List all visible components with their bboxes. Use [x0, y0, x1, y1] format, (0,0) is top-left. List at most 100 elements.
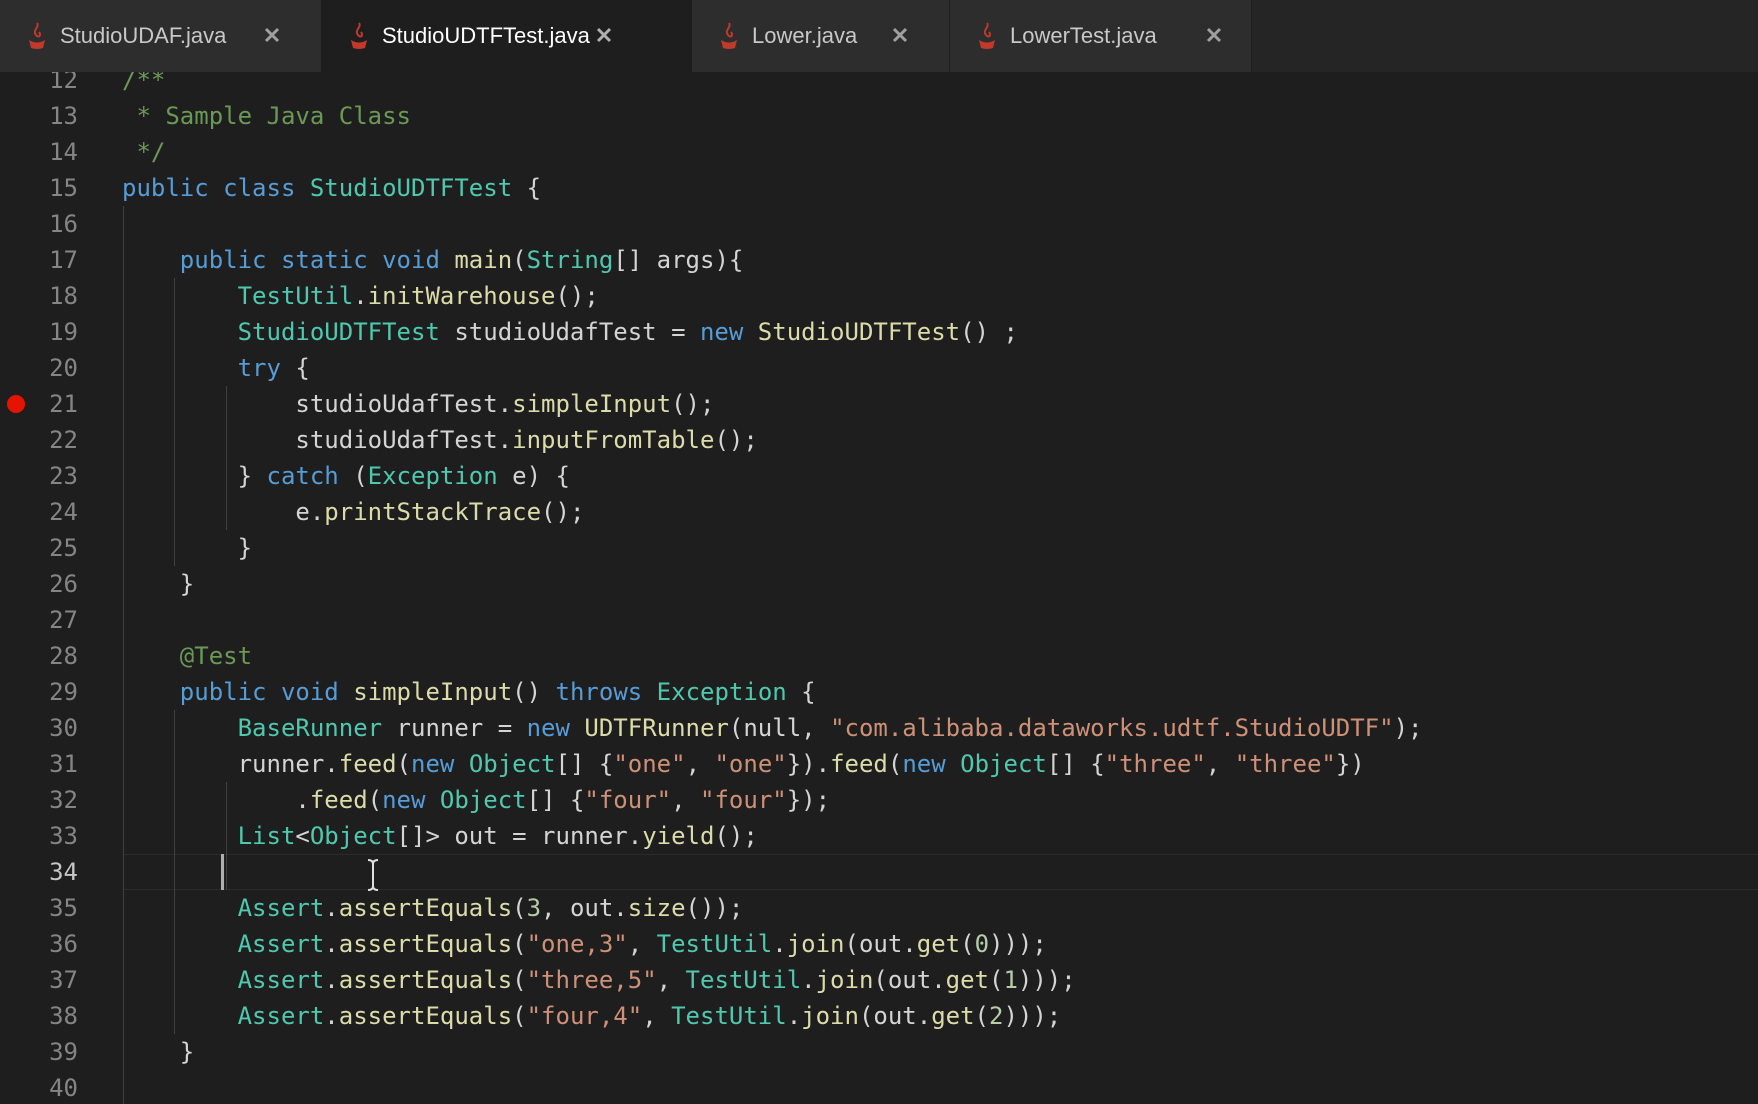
code-line[interactable]: * Sample Java Class: [122, 98, 411, 134]
tab-studioudaf-java[interactable]: StudioUDAF.java: [0, 0, 322, 72]
indent-guide: [123, 206, 124, 1104]
code-token: }: [122, 462, 267, 490]
code-token: }: [122, 534, 253, 562]
code-token: ,: [1205, 750, 1235, 778]
code-line[interactable]: runner.feed(new Object[] {"one", "one"})…: [122, 746, 1365, 782]
code-token: 1: [1003, 966, 1018, 994]
code-token: Exception: [367, 462, 498, 490]
code-token: studioUdafTest.: [122, 390, 513, 418]
code-line[interactable]: public class StudioUDTFTest {: [122, 170, 541, 206]
code-token: new: [902, 750, 946, 778]
code-token: throws: [555, 678, 643, 706]
code-token: }: [122, 1038, 195, 1066]
code-token: Assert: [237, 966, 325, 994]
code-line[interactable]: Assert.assertEquals("one,3", TestUtil.jo…: [122, 926, 1047, 962]
code-token: join: [801, 1002, 859, 1030]
code-line[interactable]: studioUdafTest.inputFromTable();: [122, 422, 757, 458]
code-line[interactable]: TestUtil.initWarehouse();: [122, 278, 599, 314]
close-icon[interactable]: [888, 23, 912, 47]
tab-studioudtftest-java[interactable]: StudioUDTFTest.java: [322, 0, 692, 72]
text-cursor: [220, 854, 224, 890]
code-token: )));: [1017, 966, 1076, 994]
code-token: (: [512, 894, 527, 922]
code-token: (: [367, 786, 383, 814]
code-token: ());: [685, 894, 744, 922]
code-line[interactable]: Assert.assertEquals("three,5", TestUtil.…: [122, 962, 1076, 998]
code-token: .: [122, 786, 310, 814]
code-token: {: [786, 678, 816, 706]
code-token: BaseRunner: [237, 714, 383, 742]
code-token: studioUdafTest =: [439, 318, 700, 346]
tab-label: StudioUDAF.java: [60, 23, 227, 48]
code-line[interactable]: public static void main(String[] args){: [122, 242, 744, 278]
code-line[interactable]: Assert.assertEquals("four,4", TestUtil.j…: [122, 998, 1062, 1034]
code-line[interactable]: }: [122, 530, 252, 566]
code-token: (null,: [728, 714, 831, 742]
code-token: .: [324, 930, 339, 958]
code-token: "four": [700, 786, 787, 814]
indent-guide: [174, 710, 176, 1034]
code-token: new: [699, 318, 744, 346]
code-line[interactable]: public void simpleInput() throws Excepti…: [122, 674, 816, 710]
code-token: }).: [786, 750, 831, 778]
code-line[interactable]: @Test: [122, 638, 252, 674]
code-line[interactable]: }: [122, 1034, 194, 1070]
code-line[interactable]: try {: [122, 350, 310, 386]
code-token: "four": [584, 786, 672, 814]
code-token: ,: [656, 966, 686, 994]
code-token: , out.: [541, 894, 628, 922]
code-token: .: [324, 966, 339, 994]
close-icon[interactable]: [592, 23, 616, 47]
code-token: feed: [338, 750, 397, 778]
code-token: .: [324, 894, 339, 922]
tab-lower-java[interactable]: Lower.java: [692, 0, 950, 72]
code-token: class: [223, 174, 296, 202]
code-token: "one,3": [526, 930, 628, 958]
code-token: * Sample Java Class: [122, 102, 411, 130]
code-line[interactable]: e.printStackTrace();: [122, 494, 584, 530]
code-token: get: [931, 1002, 975, 1030]
code-token: assertEquals: [338, 930, 513, 958]
code-token: public: [179, 246, 267, 274]
close-icon[interactable]: [1202, 23, 1226, 47]
code-token: feed: [830, 750, 888, 778]
code-token: (: [338, 462, 368, 490]
code-token: studioUdafTest.: [122, 426, 513, 454]
code-token: "three": [1104, 750, 1206, 778]
tab-lowertest-java[interactable]: LowerTest.java: [950, 0, 1252, 72]
code-line[interactable]: Assert.assertEquals(3, out.size());: [122, 890, 744, 926]
code-line[interactable]: BaseRunner runner = new UDTFRunner(null,…: [122, 710, 1423, 746]
code-token: Assert: [237, 1002, 325, 1030]
code-token: (out.: [873, 966, 946, 994]
code-line[interactable]: studioUdafTest.simpleInput();: [122, 386, 714, 422]
code-line[interactable]: List<Object[]> out = runner.yield();: [122, 818, 758, 854]
code-token: Object: [960, 750, 1047, 778]
code-token: join: [786, 930, 845, 958]
code-token: Assert: [237, 930, 325, 958]
code-token: List: [237, 822, 296, 850]
code-editor[interactable]: 12 13 14 15 16 17 18 19 20 21 22 23 24 25 26 27 28 29 30 31…: [0, 72, 1758, 1104]
code-token: (: [512, 246, 527, 274]
code-line[interactable]: }: [122, 566, 194, 602]
code-token: (: [512, 966, 527, 994]
code-token: (: [989, 966, 1004, 994]
ibeam-cursor-icon: [367, 859, 379, 891]
code-token: .: [801, 966, 816, 994]
code-line[interactable]: /**: [122, 72, 165, 98]
code-line[interactable]: StudioUDTFTest studioUdafTest = new Stud…: [122, 314, 1018, 350]
close-icon[interactable]: [260, 23, 284, 47]
code-area[interactable]: /** * Sample Java Class */ public class S…: [0, 72, 1758, 1104]
code-line[interactable]: } catch (Exception e) {: [122, 458, 570, 494]
code-token: assertEquals: [338, 894, 513, 922]
code-line[interactable]: */: [122, 134, 165, 170]
code-token: printStackTrace: [324, 498, 542, 526]
code-token: TestUtil: [656, 930, 773, 958]
code-token: )));: [989, 930, 1047, 958]
code-line[interactable]: .feed(new Object[] {"four", "four"});: [122, 782, 830, 818]
